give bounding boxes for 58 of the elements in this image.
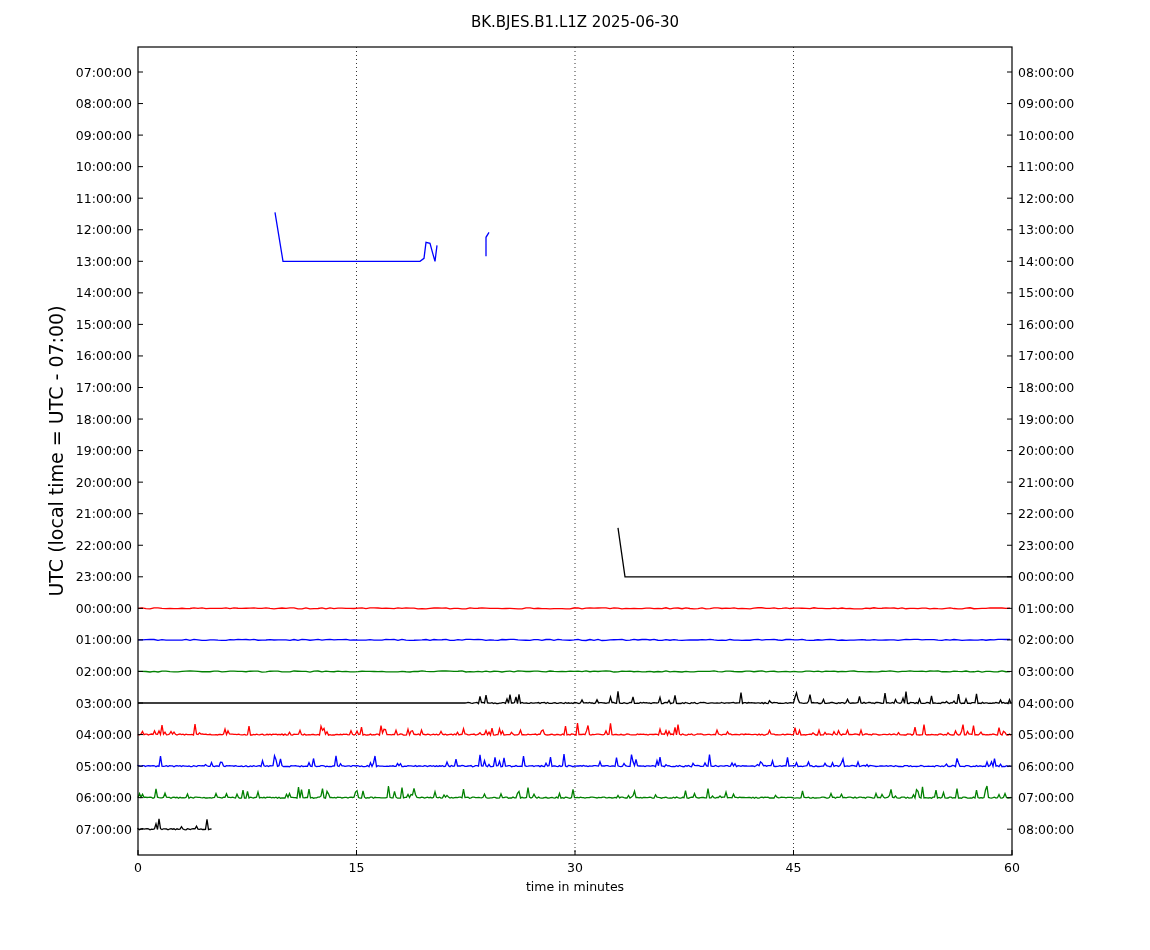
tick-label: 08:00:00 (75, 96, 132, 112)
tick-label: 18:00:00 (1018, 380, 1075, 395)
tick-label: 16:00:00 (1018, 316, 1075, 332)
tick-label: 15 (348, 860, 365, 875)
tick-label: 10:00:00 (75, 159, 132, 175)
tick-label: 15:00:00 (1018, 285, 1075, 301)
tick-label: 04:00:00 (1018, 695, 1075, 711)
tick-label: 21:00:00 (75, 506, 132, 522)
tick-label: 14:00:00 (1018, 253, 1075, 269)
tick-label: 60 (1004, 860, 1020, 875)
tick-label: 12:00:00 (75, 222, 132, 238)
tick-label: 22:00:00 (1018, 506, 1075, 522)
tick-label: 30 (567, 860, 583, 875)
tick-label: 05:00:00 (1018, 727, 1075, 743)
tick-label: 19:00:00 (1018, 411, 1075, 427)
tick-label: 0 (134, 860, 142, 875)
tick-label: 07:00:00 (75, 821, 132, 837)
tick-label: 13:00:00 (75, 253, 132, 269)
tick-label: 23:00:00 (75, 569, 132, 585)
axis-label: UTC (local time = UTC - 07:00) (45, 305, 67, 597)
tick-label: 03:00:00 (1018, 663, 1075, 679)
tick-label: 09:00:00 (1018, 96, 1075, 112)
tick-label: 45 (785, 860, 802, 875)
tick-label: 22:00:00 (75, 537, 132, 553)
tick-label: 04:00:00 (75, 727, 132, 743)
tick-label: 01:00:00 (1018, 600, 1075, 616)
tick-label: 17:00:00 (1018, 348, 1075, 364)
tick-label: 06:00:00 (1018, 758, 1075, 774)
tick-label: 10:00:00 (1018, 127, 1075, 143)
tick-label: 02:00:00 (1018, 632, 1075, 648)
tick-label: 01:00:00 (75, 632, 132, 648)
tick-label: 14:00:00 (75, 285, 132, 301)
tick-label: 05:00:00 (75, 758, 132, 774)
tick-label: 18:00:00 (75, 411, 132, 427)
tick-label: 19:00:00 (75, 443, 132, 459)
tick-label: 08:00:00 (1018, 821, 1075, 837)
tick-label: 15:00:00 (75, 316, 132, 332)
axis-label: time in minutes (525, 879, 625, 894)
tick-label: 12:00:00 (1018, 190, 1075, 206)
tick-label: 20:00:00 (1018, 443, 1075, 459)
tick-label: 21:00:00 (1018, 474, 1075, 490)
tick-label: 17:00:00 (75, 380, 132, 395)
tick-label: 07:00:00 (75, 64, 132, 80)
tick-label: 02:00:00 (75, 663, 132, 679)
tick-label: 07:00:00 (1018, 790, 1075, 806)
tick-label: 11:00:00 (1018, 159, 1075, 175)
tick-label: 03:00:00 (75, 695, 132, 711)
chart-title: BK.BJES.B1.L1Z 2025-06-30 (470, 13, 680, 31)
tick-label: 06:00:00 (75, 790, 132, 806)
tick-label: 00:00:00 (75, 600, 132, 616)
tick-label: 13:00:00 (1018, 222, 1075, 238)
tick-label: 09:00:00 (75, 127, 132, 143)
tick-label: 08:00:00 (1018, 64, 1075, 80)
tick-label: 11:00:00 (75, 190, 132, 206)
tick-label: 20:00:00 (75, 474, 132, 490)
tick-label: 16:00:00 (75, 348, 132, 364)
tick-label: 00:00:00 (1018, 569, 1075, 585)
tick-label: 23:00:00 (1018, 537, 1075, 553)
